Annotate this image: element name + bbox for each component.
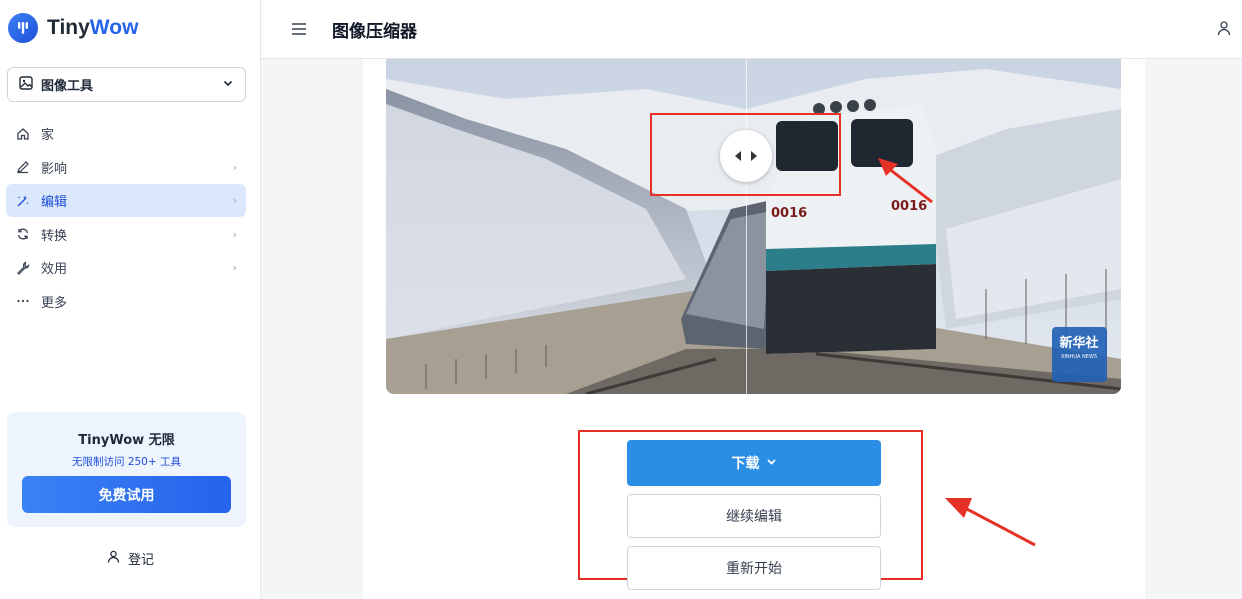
watermark-text: 新华社 [1059,335,1098,351]
compare-divider[interactable] [746,59,747,394]
sidebar-item-home[interactable]: 家 [6,117,246,150]
sidebar-item-convert[interactable]: 转换 › [6,218,246,251]
tool-select-label: 图像工具 [41,79,94,94]
chevron-down-icon [766,456,777,470]
promo-subtitle: 无限制访问 250+ 工具 [71,456,181,468]
watermark-subtext: XINHUA NEWS [1061,354,1097,360]
sidebar-nav: 家 影响 › 编辑 › 转换 › 效用 › 更多 [6,117,246,318]
wrench-icon [15,260,31,276]
sidebar-item-label: 转换 [41,228,68,244]
sidebar-item-utilities[interactable]: 效用 › [6,251,246,284]
download-label: 下载 [731,456,760,472]
page-title: 图像压缩器 [332,22,417,42]
promo-title: TinyWow 无限 [78,433,175,448]
continue-edit-button[interactable]: 继续编辑 [627,494,881,538]
pencil-icon [15,159,31,175]
train-photo: 0016 0016 新华社 XINHUA NEWS [386,59,1121,394]
user-icon [107,550,120,567]
chevron-right-icon: › [232,160,237,174]
chevron-right-icon: › [232,227,237,241]
brand-part-1: Tiny [47,16,90,39]
top-bar: 图像压缩器 [261,0,1242,59]
annotation-box-handle [650,113,841,196]
annotation-arrow-icon [945,498,1036,547]
tool-category-select[interactable]: 图像工具 [7,67,246,102]
logo-icon [8,13,38,43]
sidebar-item-edit[interactable]: 编辑 › [6,184,246,217]
sidebar-item-effects[interactable]: 影响 › [6,151,246,184]
more-icon [15,293,31,309]
chevron-right-icon: › [232,194,237,207]
sidebar: TinyWow 图像工具 家 影响 › 编辑 › 转换 › 效用 › 更多 Ti… [0,0,261,599]
magic-wand-icon [15,193,31,209]
sidebar-item-label: 更多 [41,295,68,311]
logo[interactable]: TinyWow [8,13,138,43]
restart-button[interactable]: 重新开始 [627,546,881,590]
home-icon [15,126,31,142]
login-button[interactable]: 登记 [0,549,261,568]
train-number-left: 0016 [771,206,807,221]
brand-part-2: Wow [89,16,139,39]
login-label: 登记 [127,553,154,568]
hamburger-menu-icon[interactable] [291,19,307,39]
sidebar-item-label: 效用 [41,262,68,277]
sidebar-item-label: 家 [41,128,55,143]
sidebar-item-more[interactable]: 更多 [6,285,246,318]
annotation-arrow-icon [878,158,933,204]
image-icon [19,75,33,94]
image-comparison-preview[interactable]: 0016 0016 新华社 XINHUA NEWS [386,59,1121,394]
account-icon[interactable] [1217,20,1231,40]
sidebar-item-label: 编辑 [41,195,68,210]
brand-name: TinyWow [47,16,138,40]
download-button[interactable]: 下载 [627,440,881,486]
free-trial-button[interactable]: 免费试用 [22,476,231,513]
chevron-down-icon [222,77,234,93]
promo-card: TinyWow 无限 无限制访问 250+ 工具 免费试用 [7,412,246,527]
sidebar-item-label: 影响 [41,161,68,177]
refresh-icon [15,226,31,242]
chevron-right-icon: › [232,261,237,274]
